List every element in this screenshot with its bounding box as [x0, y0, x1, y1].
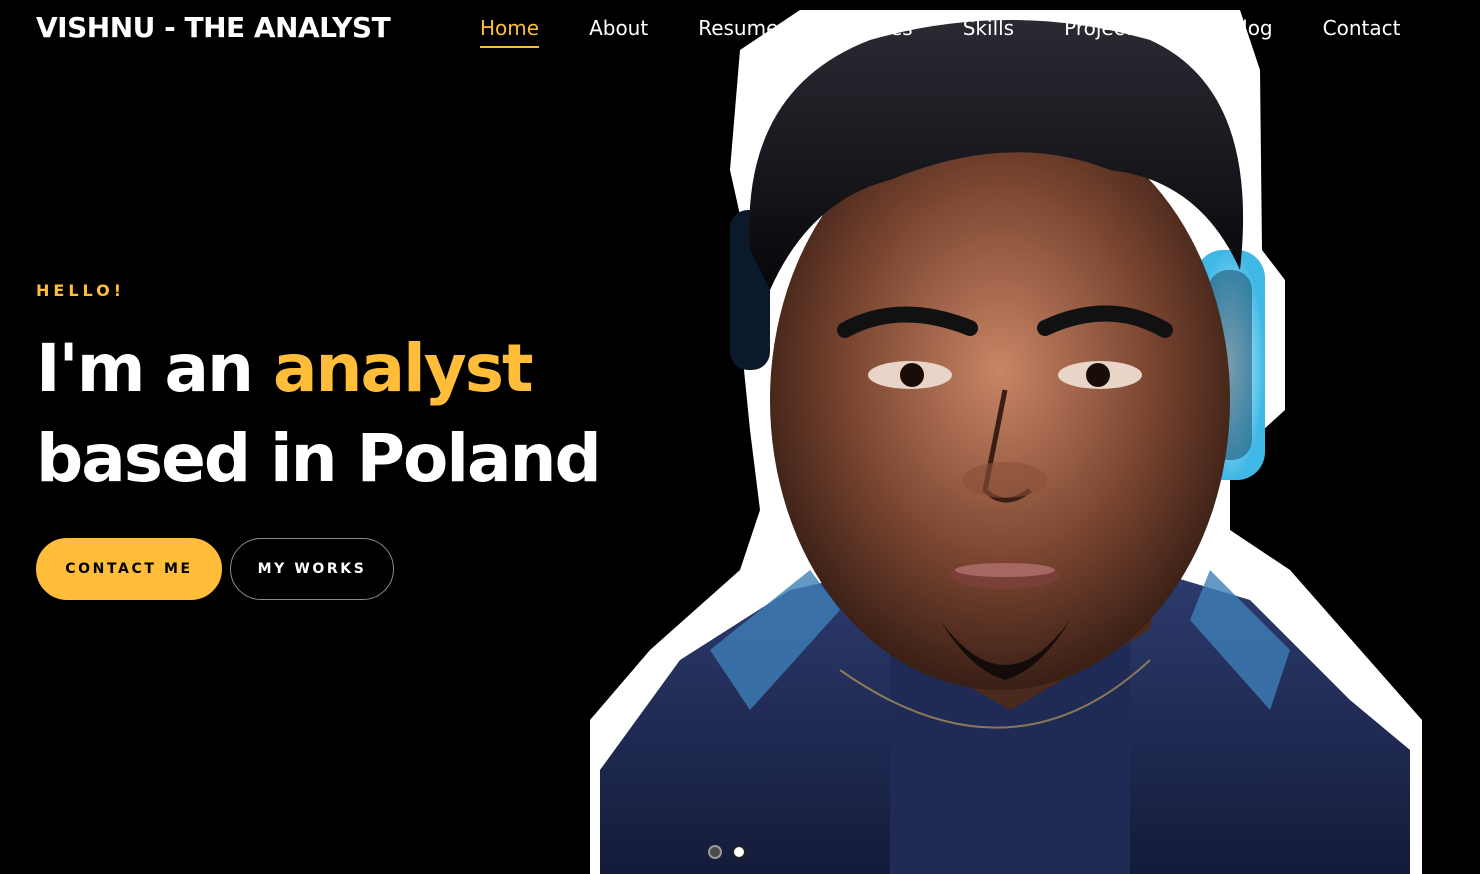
nav-item-skills[interactable]: Skills	[963, 14, 1014, 42]
hero-greeting: HELLO!	[36, 281, 126, 300]
hero-page: VISHNU - THE ANALYST Home About Resume S…	[0, 0, 1480, 874]
headline-part1: I'm an	[36, 330, 274, 407]
nav-item-projects[interactable]: Projects	[1064, 14, 1143, 42]
nav-item-services[interactable]: Services	[828, 14, 912, 42]
nav-item-contact[interactable]: Contact	[1323, 14, 1401, 42]
nav-item-resume[interactable]: Resume	[698, 14, 778, 42]
nav-item-blog[interactable]: My Blog	[1193, 14, 1273, 42]
slider-dot-2[interactable]	[732, 845, 746, 859]
contact-me-button[interactable]: CONTACT ME	[36, 538, 222, 600]
brand-logo[interactable]: VISHNU - THE ANALYST	[36, 10, 391, 46]
hero-headline: I'm an analyst based in Poland	[36, 324, 602, 504]
headline-part2: based in Poland	[36, 420, 602, 497]
nav-menu: Home About Resume Services Skills Projec…	[480, 14, 1450, 48]
my-works-button[interactable]: MY WORKS	[230, 538, 394, 600]
nav-item-home[interactable]: Home	[480, 14, 540, 48]
slider-dot-1[interactable]	[708, 845, 722, 859]
slider-dots	[708, 845, 746, 859]
hero-portrait-image	[590, 10, 1430, 874]
main-navbar: VISHNU - THE ANALYST Home About Resume S…	[0, 0, 1480, 60]
headline-accent: analyst	[273, 330, 534, 407]
nav-item-about[interactable]: About	[589, 14, 648, 42]
hero-buttons: CONTACT ME MY WORKS	[36, 538, 394, 600]
hero-text-block: HELLO! I'm an analyst based in Poland	[36, 280, 602, 504]
